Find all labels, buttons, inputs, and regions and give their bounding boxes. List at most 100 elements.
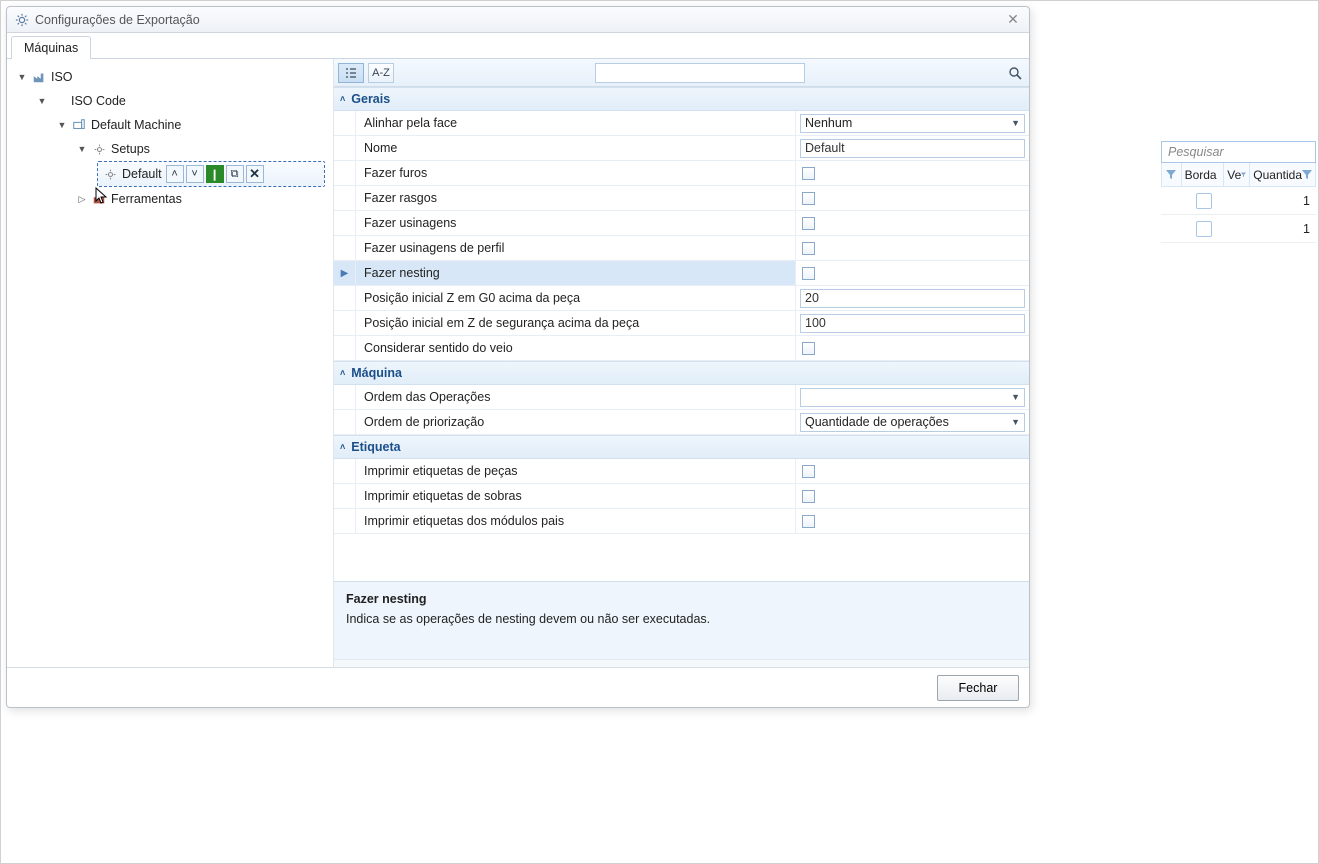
filter-icon <box>1241 170 1246 180</box>
chevron-up-icon: ˄ <box>340 94 345 104</box>
tree-label: Ferramentas <box>111 192 182 206</box>
prop-row-fazer-usinagens-perfil[interactable]: Fazer usinagens de perfil <box>334 236 1029 261</box>
description-title: Fazer nesting <box>346 592 1017 606</box>
chevron-down-icon: ▼ <box>1011 392 1020 402</box>
tree-node-default-selected[interactable]: Default ˄ ˅ ❙ ⧉ ✕ <box>97 161 325 187</box>
description-body: Indica se as operações de nesting devem … <box>346 612 1017 626</box>
quantity-cell: 1 <box>1253 222 1316 236</box>
combo-alinhar-face[interactable]: Nenhum▼ <box>800 114 1025 133</box>
collapse-icon[interactable]: ▼ <box>17 72 27 82</box>
checkbox-imp-pecas[interactable] <box>802 465 815 478</box>
background-list-header: Borda Ve Quantida <box>1161 163 1316 187</box>
delete-button[interactable]: ✕ <box>246 165 264 183</box>
tree-node-setups[interactable]: ▼ Setups <box>11 137 329 161</box>
background-list-panel: Pesquisar Borda Ve Quantida 1 <box>1161 141 1316 243</box>
combo-ordem-prior[interactable]: Quantidade de operações▼ <box>800 413 1025 432</box>
prop-row-ordem-prior[interactable]: Ordem de priorização Quantidade de opera… <box>334 410 1029 435</box>
checkbox-fazer-furos[interactable] <box>802 167 815 180</box>
filter-icon <box>1302 170 1312 180</box>
prop-row-considerar-veio[interactable]: Considerar sentido do veio <box>334 336 1029 361</box>
property-description-pane: Fazer nesting Indica se as operações de … <box>334 581 1029 659</box>
chevron-down-icon: ▼ <box>1011 417 1020 427</box>
list-row[interactable]: 1 <box>1161 215 1316 243</box>
tree-label: Setups <box>111 142 150 156</box>
combo-ordem-operacoes[interactable]: ▼ <box>800 388 1025 407</box>
property-toolbar: A-Z <box>334 59 1029 87</box>
input-nome[interactable] <box>800 139 1025 158</box>
resize-grip[interactable] <box>334 659 1029 667</box>
prop-row-imp-modulos[interactable]: Imprimir etiquetas dos módulos pais <box>334 509 1029 534</box>
prop-row-pos-z-seg[interactable]: Posição inicial em Z de segurança acima … <box>334 311 1029 336</box>
prop-row-imp-sobras[interactable]: Imprimir etiquetas de sobras <box>334 484 1029 509</box>
edge-indicator <box>1181 221 1227 237</box>
dialog-title: Configurações de Exportação <box>35 13 1005 27</box>
property-grid[interactable]: ˄Gerais Alinhar pela face Nenhum▼ Nome F… <box>334 87 1029 581</box>
list-row[interactable]: 1 <box>1161 187 1316 215</box>
gear-icon <box>91 141 107 157</box>
column-ve[interactable]: Ve <box>1224 163 1250 186</box>
column-quantida[interactable]: Quantida <box>1250 163 1315 186</box>
prop-row-ordem-operacoes[interactable]: Ordem das Operações ▼ <box>334 385 1029 410</box>
chevron-down-icon: ▼ <box>1011 118 1020 128</box>
tab-maquinas[interactable]: Máquinas <box>11 36 91 59</box>
export-settings-dialog: Configurações de Exportação ✕ Máquinas ▼… <box>6 6 1030 708</box>
move-up-button[interactable]: ˄ <box>166 165 184 183</box>
property-grid-panel: A-Z ˄Gerais Alinhar pela face Nenhum▼ <box>334 59 1029 667</box>
search-icon[interactable] <box>1005 63 1025 83</box>
property-search-input[interactable] <box>595 63 805 83</box>
tree-node-default-machine[interactable]: ▼ Default Machine <box>11 113 329 137</box>
machine-tree[interactable]: ▼ ISO ▼ ISO Code ▼ Default Machin <box>7 59 334 667</box>
prop-row-fazer-usinagens[interactable]: Fazer usinagens <box>334 211 1029 236</box>
tree-node-iso-code[interactable]: ▼ ISO Code <box>11 89 329 113</box>
input-pos-z-g0[interactable] <box>800 289 1025 308</box>
machine-icon <box>71 117 87 133</box>
checkbox-fazer-usinagens[interactable] <box>802 217 815 230</box>
input-pos-z-seg[interactable] <box>800 314 1025 333</box>
filter-icon <box>1166 170 1176 180</box>
filter-column-blank[interactable] <box>1162 163 1182 186</box>
checkbox-considerar-veio[interactable] <box>802 342 815 355</box>
alphabetical-view-button[interactable]: A-Z <box>368 63 394 83</box>
checkbox-imp-modulos[interactable] <box>802 515 815 528</box>
toggle-active-button[interactable]: ❙ <box>206 165 224 183</box>
row-indicator-icon: ▶ <box>334 261 356 285</box>
prop-row-fazer-furos[interactable]: Fazer furos <box>334 161 1029 186</box>
checkbox-fazer-rasgos[interactable] <box>802 192 815 205</box>
tree-node-ferramentas[interactable]: ▷ Ferramentas <box>11 187 329 211</box>
gear-icon <box>102 166 118 182</box>
background-search-placeholder: Pesquisar <box>1168 145 1224 159</box>
factory-icon <box>31 69 47 85</box>
collapse-icon[interactable]: ▼ <box>57 120 67 130</box>
category-gerais[interactable]: ˄Gerais <box>334 87 1029 111</box>
tree-label: ISO Code <box>71 94 126 108</box>
column-borda[interactable]: Borda <box>1182 163 1225 186</box>
prop-row-alinhar-face[interactable]: Alinhar pela face Nenhum▼ <box>334 111 1029 136</box>
tree-node-iso[interactable]: ▼ ISO <box>11 65 329 89</box>
collapse-icon[interactable]: ▼ <box>77 144 87 154</box>
background-search-input[interactable]: Pesquisar <box>1161 141 1316 163</box>
checkbox-imp-sobras[interactable] <box>802 490 815 503</box>
gear-icon <box>15 13 29 27</box>
close-icon[interactable]: ✕ <box>1005 12 1021 28</box>
dialog-titlebar[interactable]: Configurações de Exportação ✕ <box>7 7 1029 33</box>
tree-label: Default <box>122 167 162 181</box>
chevron-up-icon: ˄ <box>340 368 345 378</box>
app-viewport: Pesquisar Borda Ve Quantida 1 <box>0 0 1319 864</box>
move-down-button[interactable]: ˅ <box>186 165 204 183</box>
toolbox-icon <box>91 191 107 207</box>
prop-row-nome[interactable]: Nome <box>334 136 1029 161</box>
categorized-view-button[interactable] <box>338 63 364 83</box>
collapse-icon[interactable]: ▼ <box>37 96 47 106</box>
prop-row-imp-pecas[interactable]: Imprimir etiquetas de peças <box>334 459 1029 484</box>
duplicate-button[interactable]: ⧉ <box>226 165 244 183</box>
prop-row-fazer-rasgos[interactable]: Fazer rasgos <box>334 186 1029 211</box>
category-etiqueta[interactable]: ˄Etiqueta <box>334 435 1029 459</box>
tree-label: Default Machine <box>91 118 181 132</box>
close-button[interactable]: Fechar <box>937 675 1019 701</box>
checkbox-fazer-usinagens-perfil[interactable] <box>802 242 815 255</box>
prop-row-pos-z-g0[interactable]: Posição inicial Z em G0 acima da peça <box>334 286 1029 311</box>
checkbox-fazer-nesting[interactable] <box>802 267 815 280</box>
prop-row-fazer-nesting[interactable]: ▶ Fazer nesting <box>334 261 1029 286</box>
expand-icon[interactable]: ▷ <box>77 194 87 205</box>
category-maquina[interactable]: ˄Máquina <box>334 361 1029 385</box>
